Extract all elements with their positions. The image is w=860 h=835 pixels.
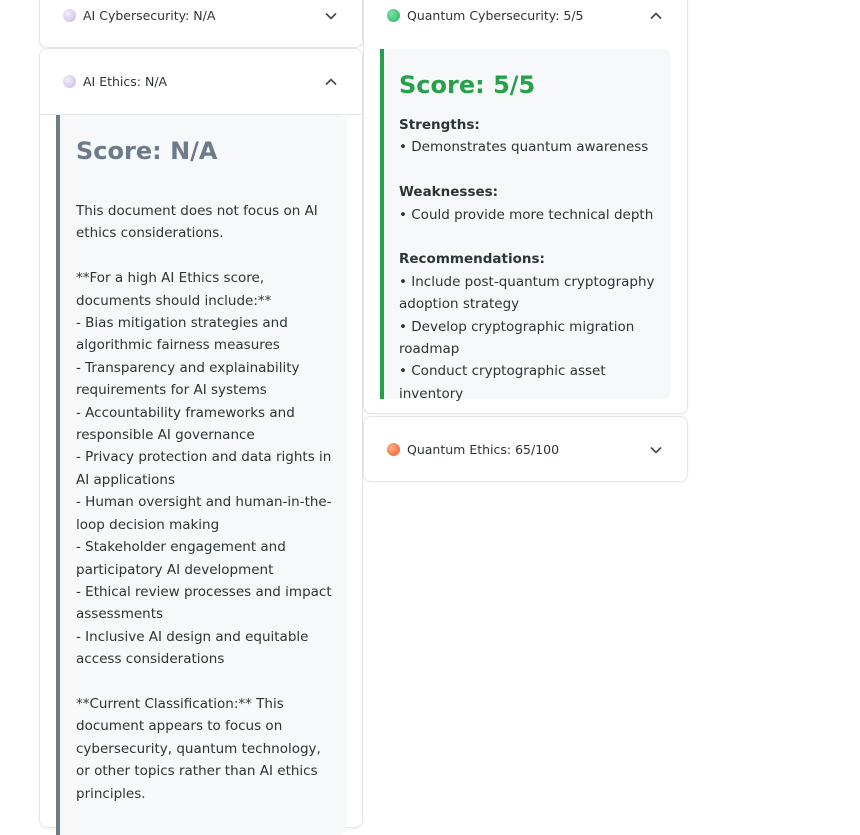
score-dot-icon: [387, 443, 400, 456]
quantum-ethics-card: Quantum Ethics: 65/100: [363, 416, 688, 482]
ai-cybersecurity-title: AI Cybersecurity: N/A: [83, 8, 216, 23]
score-dot-icon: [63, 75, 76, 88]
ai-ethics-card: AI Ethics: N/A Score: N/A This document …: [39, 48, 363, 835]
score-dot-icon: [63, 9, 76, 22]
quantum-ethics-header[interactable]: Quantum Ethics: 65/100: [364, 417, 687, 483]
ai-ethics-header[interactable]: AI Ethics: N/A: [40, 49, 362, 115]
recommendations-label: Recommendations:: [399, 251, 545, 268]
chevron-up-icon[interactable]: [648, 8, 664, 24]
ai-cybersecurity-card: AI Cybersecurity: N/A: [39, 0, 363, 48]
quantum-cybersecurity-details: Score: 5/5 Strengths: • Demonstrates qua…: [380, 49, 671, 402]
quantum-cybersecurity-title: Quantum Cybersecurity: 5/5: [407, 8, 584, 23]
ai-ethics-explanation: This document does not focus on AI ethic…: [76, 203, 332, 802]
recommendation-item: • Include post-quantum cryptography adop…: [399, 273, 655, 313]
weakness-item: • Could provide more technical depth: [399, 206, 654, 223]
score-heading: Score: 5/5: [399, 71, 536, 99]
chevron-down-icon[interactable]: [648, 442, 664, 458]
chevron-down-icon[interactable]: [323, 8, 339, 24]
chevron-up-icon[interactable]: [323, 74, 339, 90]
ai-ethics-title: AI Ethics: N/A: [83, 74, 168, 89]
score-heading: Score: N/A: [76, 137, 218, 165]
strength-item: • Demonstrates quantum awareness: [399, 139, 649, 156]
score-dot-icon: [387, 9, 400, 22]
strengths-label: Strengths:: [399, 117, 480, 133]
weaknesses-label: Weaknesses:: [399, 184, 499, 201]
quantum-cybersecurity-header[interactable]: Quantum Cybersecurity: 5/5: [364, 0, 687, 49]
quantum-ethics-title: Quantum Ethics: 65/100: [407, 442, 560, 457]
evaluation-notes: Strengths: • Demonstrates quantum awaren…: [399, 114, 657, 405]
ai-ethics-details: Score: N/A This document does not focus …: [56, 115, 347, 835]
quantum-cybersecurity-card: Quantum Cybersecurity: 5/5 Score: 5/5 St…: [363, 0, 688, 414]
recommendation-item: • Conduct cryptographic asset inventory: [399, 363, 606, 402]
ai-cybersecurity-header[interactable]: AI Cybersecurity: N/A: [40, 0, 362, 49]
recommendation-item: • Develop cryptographic migration roadma…: [399, 318, 635, 358]
